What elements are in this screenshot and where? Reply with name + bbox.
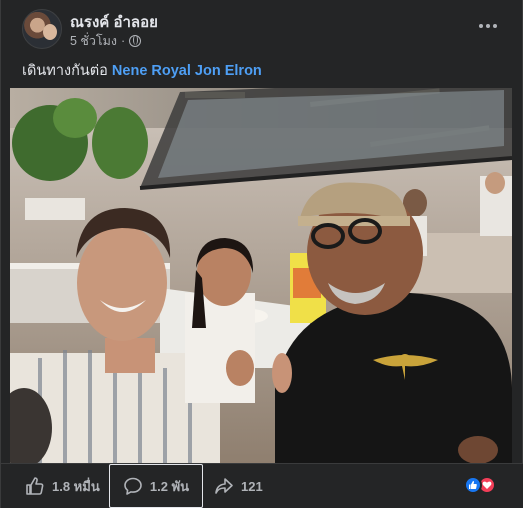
tagged-person-link[interactable]: Nene Royal Jon Elron: [112, 63, 262, 79]
reaction-summary[interactable]: [464, 476, 496, 494]
more-dot: [493, 24, 497, 28]
like-button[interactable]: 1.8 หมื่น: [25, 464, 100, 508]
like-count: 1.8 หมื่น: [52, 478, 100, 494]
share-button[interactable]: 121: [214, 464, 263, 508]
comment-button[interactable]: 1.2 พัน: [109, 464, 203, 508]
post-header: ณรงค์ อำลอย 5 ชั่วโมง ·: [1, 0, 523, 56]
post-caption: เดินทางกันต่อ Nene Royal Jon Elron: [22, 59, 262, 82]
share-arrow-icon: [215, 478, 233, 494]
author-avatar[interactable]: [22, 9, 62, 49]
thumbs-up-icon: [26, 477, 44, 495]
globe-icon[interactable]: [129, 35, 142, 47]
post-time[interactable]: 5 ชั่วโมง: [70, 31, 117, 51]
comment-bubble-icon: [124, 477, 142, 495]
comment-count: 1.2 พัน: [149, 478, 190, 494]
facebook-post: ณรงค์ อำลอย 5 ชั่วโมง · เดินทางกันต่อ Ne…: [0, 0, 523, 508]
selfie-photo-illustration: [10, 88, 512, 463]
more-options-icon[interactable]: [474, 14, 502, 38]
post-meta: 5 ชั่วโมง ·: [70, 31, 142, 51]
post-photo[interactable]: [10, 88, 512, 463]
more-dot: [486, 24, 490, 28]
post-action-bar: 1.8 หมื่น 1.2 พัน 121: [1, 463, 523, 508]
like-reaction-icon: [464, 476, 482, 494]
caption-text: เดินทางกันต่อ: [22, 63, 112, 79]
share-count: 121: [241, 478, 263, 494]
more-dot: [479, 24, 483, 28]
avatar-face: [43, 24, 57, 40]
meta-separator: ·: [121, 34, 126, 48]
